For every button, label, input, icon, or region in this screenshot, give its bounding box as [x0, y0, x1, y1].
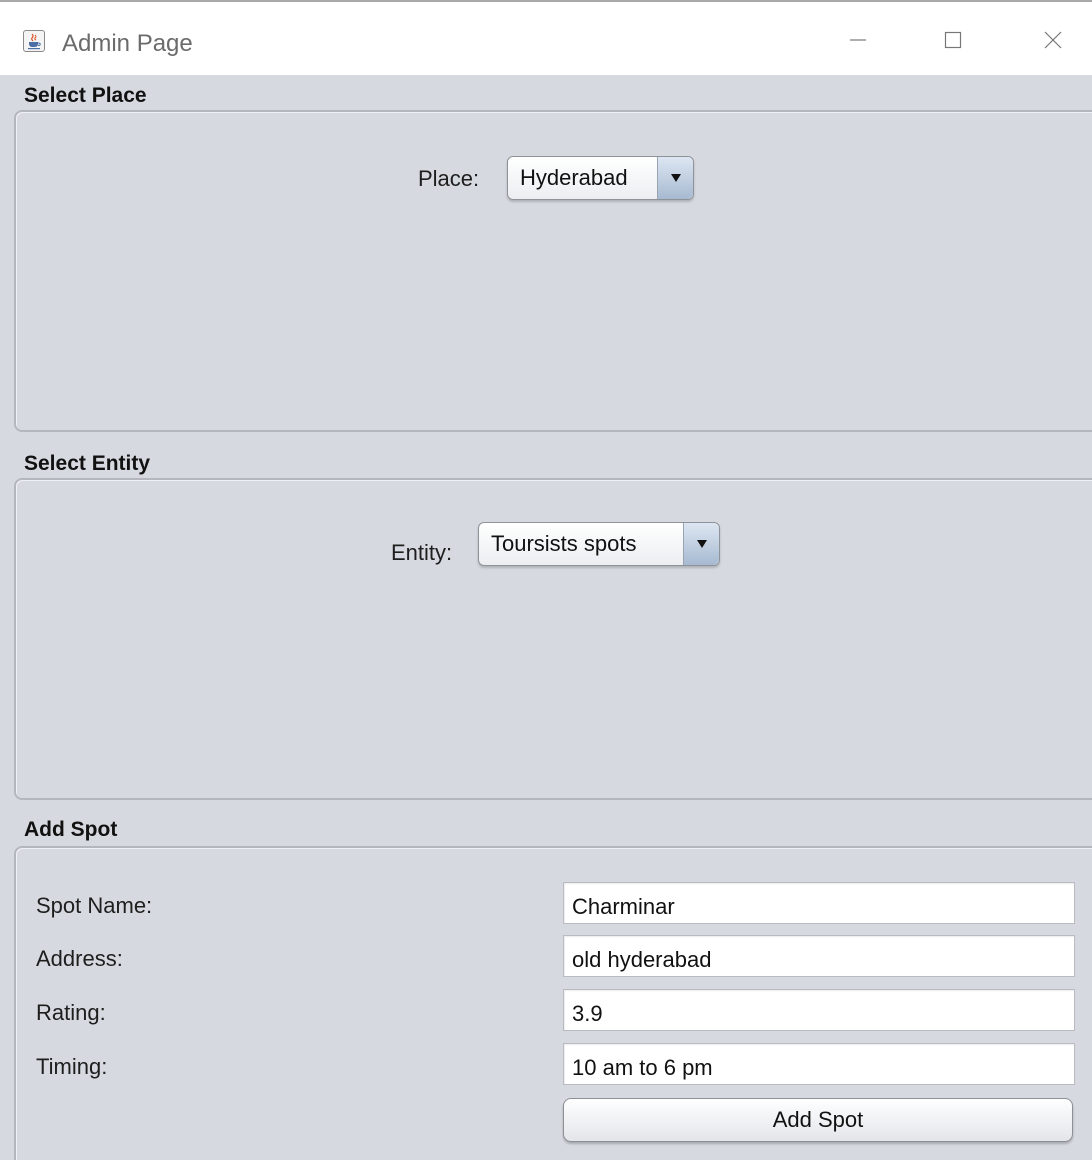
address-field[interactable]: [563, 935, 1075, 977]
admin-window: Admin Page Select Place Place: Hyderabad: [0, 0, 1092, 1160]
add-spot-button[interactable]: Add Spot: [563, 1098, 1073, 1142]
select-entity-panel: Entity: Toursists spots: [14, 478, 1092, 800]
window-title: Admin Page: [62, 30, 193, 57]
place-dropdown-button[interactable]: [657, 157, 693, 199]
entity-combobox[interactable]: Toursists spots: [478, 522, 720, 566]
minimize-button[interactable]: [835, 20, 881, 60]
title-bar: Admin Page: [0, 2, 1092, 75]
entity-selected-value: Toursists spots: [491, 531, 637, 556]
spot-name-field[interactable]: [563, 882, 1075, 924]
timing-label: Timing:: [36, 1054, 108, 1079]
select-place-panel: Place: Hyderabad: [14, 110, 1092, 432]
place-label: Place:: [418, 166, 480, 191]
entity-label: Entity:: [391, 540, 453, 565]
maximize-button[interactable]: [930, 20, 976, 60]
minimize-icon: [850, 39, 866, 41]
java-cup-icon: [23, 30, 45, 52]
close-icon: [1044, 31, 1062, 49]
place-combobox[interactable]: Hyderabad: [507, 156, 694, 200]
close-button[interactable]: [1030, 20, 1076, 60]
entity-dropdown-button[interactable]: [683, 523, 719, 565]
spot-name-label: Spot Name:: [36, 893, 153, 918]
place-selected-value: Hyderabad: [520, 165, 628, 190]
select-entity-title: Select Entity: [24, 452, 151, 475]
add-spot-title: Add Spot: [24, 818, 118, 841]
timing-field[interactable]: [563, 1043, 1075, 1085]
chevron-down-icon: [696, 540, 707, 548]
maximize-icon: [944, 31, 962, 49]
chevron-down-icon: [670, 174, 681, 182]
select-place-title: Select Place: [24, 84, 147, 107]
address-label: Address:: [36, 946, 123, 971]
rating-label: Rating:: [36, 1000, 106, 1025]
rating-field[interactable]: [563, 989, 1075, 1031]
